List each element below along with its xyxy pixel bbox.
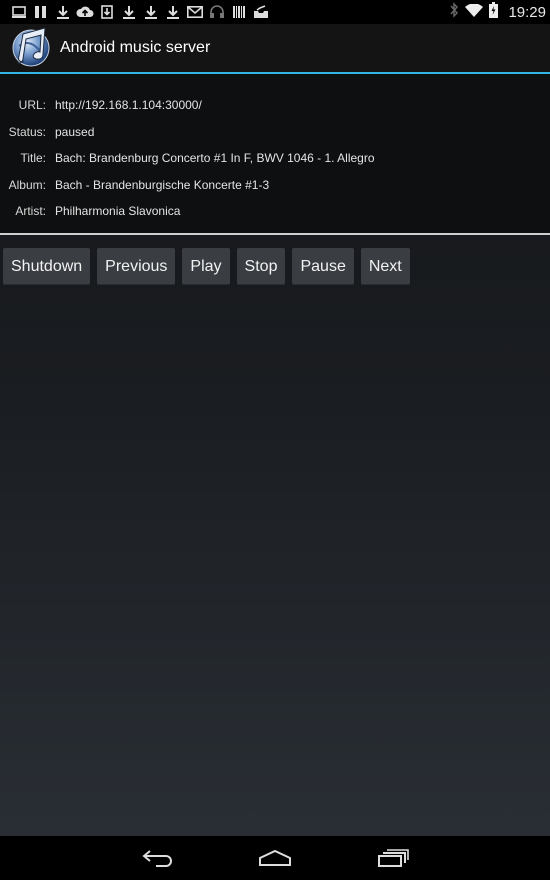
status-bar: 19:29	[0, 0, 550, 24]
clock: 19:29	[508, 3, 546, 21]
download-icon	[52, 0, 74, 24]
url-row: URL: http://192.168.1.104:30000/	[0, 92, 550, 118]
next-button[interactable]: Next	[360, 248, 410, 285]
download-icon	[118, 0, 140, 24]
barcode-icon	[228, 0, 250, 24]
stop-button[interactable]: Stop	[236, 248, 286, 285]
url-value: http://192.168.1.104:30000/	[55, 98, 202, 112]
artist-value: Philharmonia Slavonica	[55, 204, 181, 218]
artist-label: Artist:	[15, 204, 46, 218]
control-buttons: Shutdown Previous Play Stop Pause Next	[3, 248, 410, 285]
status-label: Status:	[8, 125, 46, 139]
back-icon[interactable]	[128, 836, 188, 880]
battery-icon	[489, 2, 499, 22]
sd-download-icon	[96, 0, 118, 24]
url-label: URL:	[18, 98, 46, 112]
shutdown-button[interactable]: Shutdown	[3, 248, 91, 285]
play-button[interactable]: Play	[182, 248, 230, 285]
gmail-icon	[184, 0, 206, 24]
system-status-icons: 19:29	[449, 0, 546, 24]
pause-icon	[30, 0, 52, 24]
download-icon	[140, 0, 162, 24]
previous-button[interactable]: Previous	[97, 248, 176, 285]
home-icon[interactable]	[245, 836, 305, 880]
now-playing-info: URL: http://192.168.1.104:30000/ Status:…	[0, 74, 550, 234]
navigation-bar	[0, 836, 550, 880]
pause-button[interactable]: Pause	[292, 248, 354, 285]
headphones-icon	[206, 0, 228, 24]
title-value: Bach: Brandenburg Concerto #1 In F, BWV …	[55, 151, 375, 165]
album-row: Album: Bach - Brandenburgische Koncerte …	[0, 172, 550, 198]
album-value: Bach - Brandenburgische Koncerte #1-3	[55, 178, 270, 192]
action-bar: Android music server	[0, 24, 550, 72]
cloud-upload-icon	[74, 0, 96, 24]
title-row: Title: Bach: Brandenburg Concerto #1 In …	[0, 145, 550, 171]
wifi-icon	[465, 2, 484, 22]
music-note-globe-icon	[9, 26, 53, 70]
download-icon	[162, 0, 184, 24]
artist-row: Artist: Philharmonia Slavonica	[0, 198, 550, 224]
recent-apps-icon[interactable]	[363, 836, 423, 880]
screen-icon	[8, 0, 30, 24]
title-label: Title:	[20, 151, 46, 165]
status-value: paused	[55, 125, 95, 139]
album-label: Album:	[8, 178, 46, 192]
info-divider	[0, 233, 550, 235]
notification-icons	[0, 0, 272, 24]
bluetooth-icon	[449, 2, 459, 22]
mail-tray-icon	[250, 0, 272, 24]
app-title: Android music server	[60, 39, 211, 56]
status-row: Status: paused	[0, 119, 550, 145]
